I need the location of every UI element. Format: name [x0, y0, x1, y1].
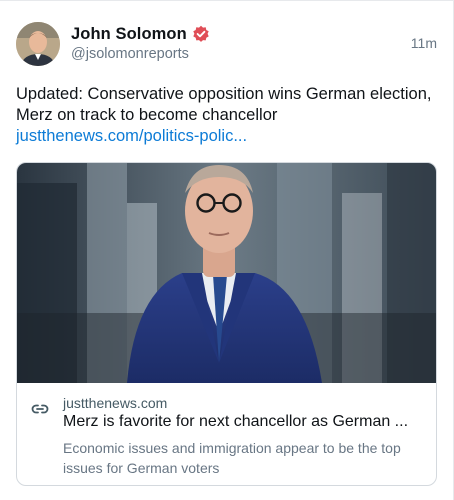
article-image: [17, 163, 436, 383]
link-preview-card[interactable]: justthenews.com Merz is favorite for nex…: [16, 162, 437, 486]
author-info: John Solomon @jsolomonreports: [71, 23, 210, 62]
author-handle[interactable]: @jsolomonreports: [71, 46, 210, 62]
verified-badge-icon: [192, 25, 210, 43]
post-text: Updated: Conservative opposition wins Ge…: [16, 84, 436, 147]
author-name[interactable]: John Solomon: [71, 25, 187, 44]
post-header: John Solomon @jsolomonreports 11m: [16, 21, 437, 67]
post-body: Updated: Conservative opposition wins Ge…: [16, 85, 432, 124]
post-link[interactable]: justthenews.com/politics-polic...: [16, 126, 436, 147]
timestamp[interactable]: 11m: [411, 35, 437, 51]
link-icon: [30, 399, 50, 419]
link-domain: justthenews.com: [63, 395, 168, 411]
link-description: Economic issues and immigration appear t…: [63, 440, 401, 476]
avatar[interactable]: [16, 22, 60, 66]
link-preview-body: justthenews.com Merz is favorite for nex…: [17, 383, 436, 485]
link-headline[interactable]: Merz is favorite for next chancellor as …: [63, 413, 428, 431]
post[interactable]: John Solomon @jsolomonreports 11m Update…: [0, 0, 454, 500]
